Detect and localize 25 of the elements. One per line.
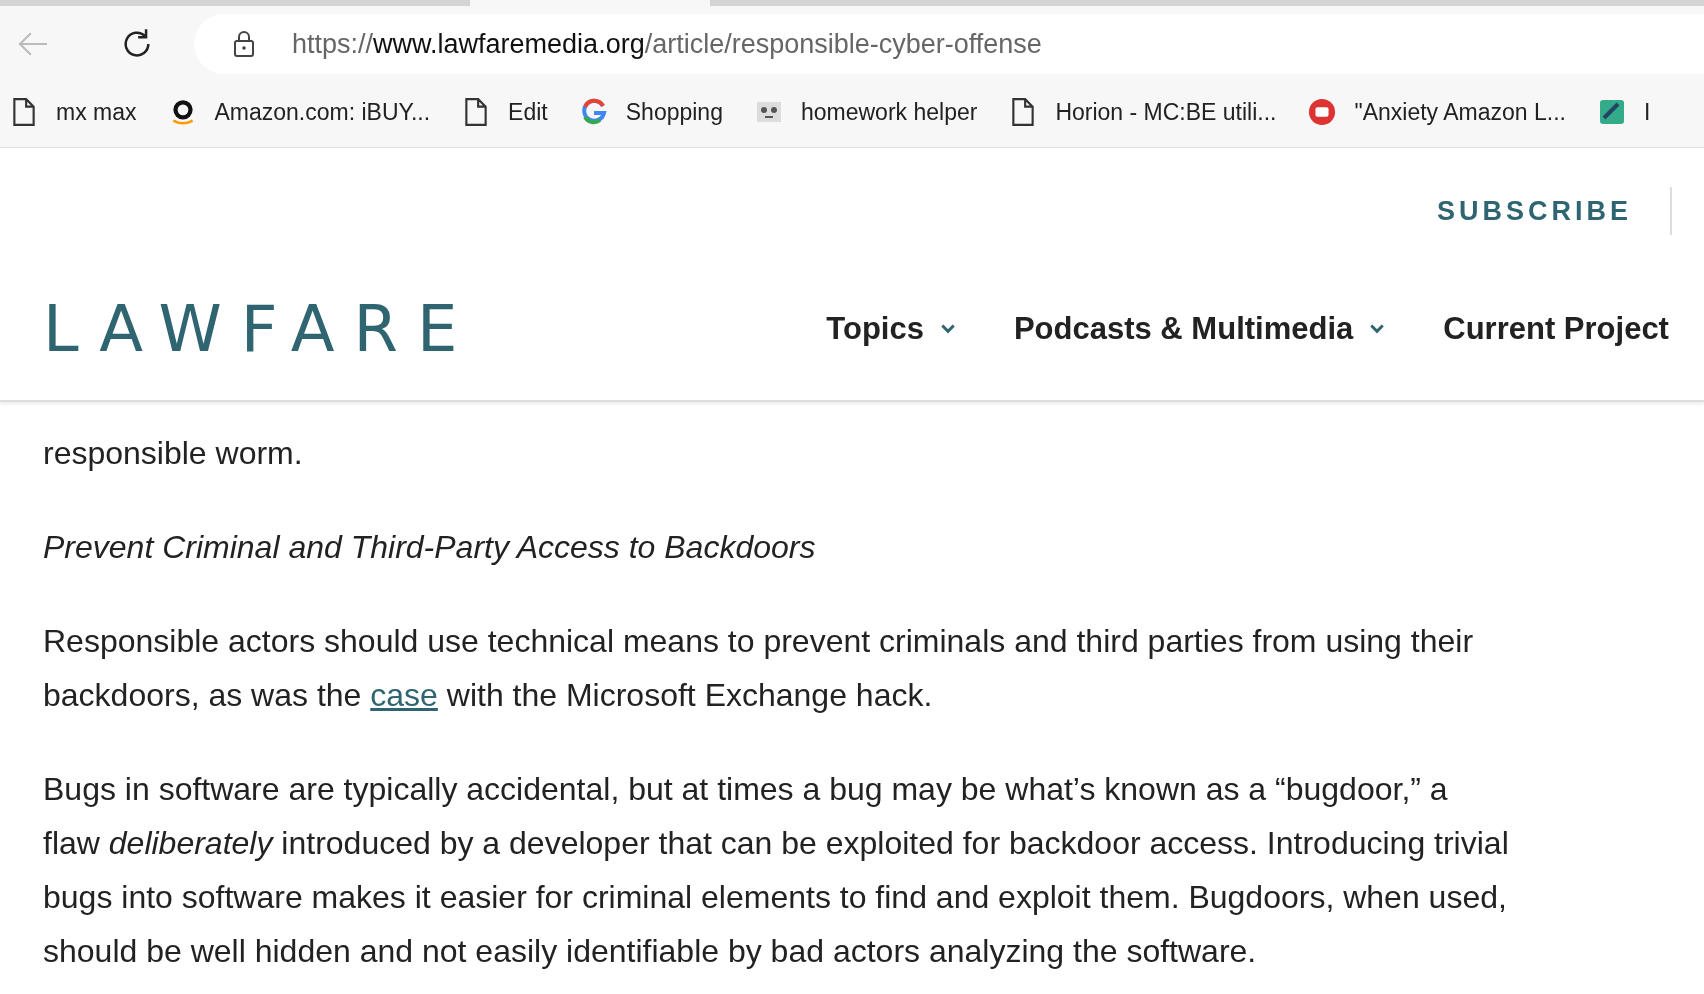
bookmark[interactable]: I [1597,97,1651,127]
address-bar[interactable]: https://www.lawfaremedia.org/article/responsible-cyber-offense [194,14,1704,74]
section-heading: Prevent Criminal and Third-Party Access to Backdoors [43,528,817,567]
bookmark[interactable]: Horion - MC:BE utili... [1009,97,1277,127]
google-icon [579,97,608,127]
app-tile-icon [1597,97,1626,127]
bookmark[interactable]: "Anxiety Amazon L... [1308,97,1566,127]
bookmark[interactable]: homework helper [754,97,978,127]
paragraph: Responsible actors should use technical means to prevent criminals and third parties from using their backdoors, as was the case with the Microsoft Exchange hack. [43,622,1475,715]
site-logo[interactable]: LAWFARE [43,292,477,366]
bookmark[interactable]: Edit [462,97,548,127]
subscribe-link[interactable]: SUBSCRIBE [1436,195,1632,227]
lock-icon [232,30,256,58]
nav-menu-item[interactable]: Topics [826,311,956,347]
bookmark[interactable]: mx max [10,97,137,127]
round-app-icon [1308,97,1337,127]
nav-menu-item[interactable]: Podcasts & Multimedia [1013,311,1386,347]
paragraph: responsible worm. [43,434,304,473]
bookmark[interactable]: Amazon.com: iBUY... [168,97,431,127]
url-text: https://www.lawfaremedia.org/article/responsible-cyber-offense [292,28,1042,60]
case-link[interactable]: case [370,677,438,713]
page-icon [10,97,38,127]
paragraph: Bugs in software are typically accidental, but at times a bug may be what’s known as a “bugdoor,” a flaw deliberately introduced by a developer that can be exploited for backdoor access. Introducing trivial bugs into software makes it easier for criminal elements to find and exploit them. Bugdoors, when used, should be well hidden and not easily identifiable by bad actors analyzing the software. [43,770,1510,971]
nav-menu-item[interactable]: Current Project [1443,311,1669,347]
bookmark[interactable]: Shopping [579,97,723,127]
